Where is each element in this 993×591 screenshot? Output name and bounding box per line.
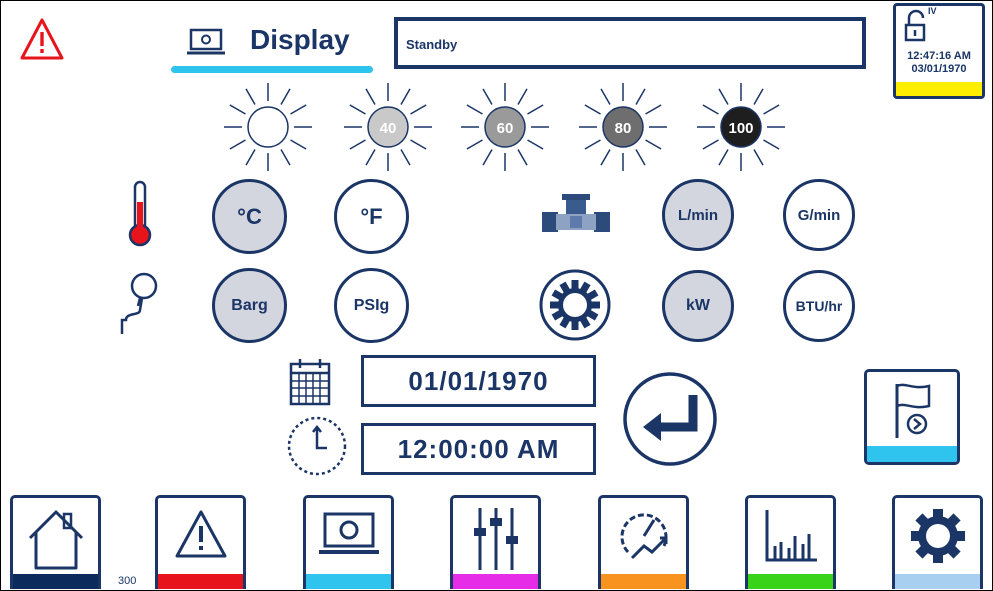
unit-celsius-button[interactable]: °C	[212, 179, 287, 254]
gear-icon	[910, 509, 965, 563]
sliders-icon	[473, 508, 518, 570]
enter-confirm-button[interactable]	[621, 371, 719, 467]
flag-next-icon	[895, 383, 931, 438]
status-text: Standby	[406, 37, 458, 52]
display-settings-icon	[187, 28, 225, 55]
unit-psig-button[interactable]: PSIg	[334, 268, 409, 343]
home-icon	[28, 510, 83, 570]
unit-lpm-button[interactable]: L/min	[662, 179, 734, 251]
next-button-bar	[867, 446, 957, 462]
display-settings-icon	[318, 512, 379, 554]
thermometer-icon	[128, 180, 152, 247]
unit-barg-button[interactable]: Barg	[212, 268, 287, 343]
unit-kw-button[interactable]: kW	[662, 270, 734, 342]
unlock-icon	[904, 9, 926, 42]
access-status-bar	[896, 82, 982, 96]
gauge-trend-icon	[620, 513, 667, 560]
nav-trends-bar	[748, 574, 833, 589]
unit-btuhr-button[interactable]: BTU/hr	[783, 270, 855, 342]
nav-home-bar	[13, 574, 98, 589]
clock-date: 03/01/1970	[911, 63, 967, 75]
brightness-40-button[interactable]: 40	[338, 77, 438, 177]
date-field[interactable]: 01/01/1970	[361, 355, 596, 407]
clock-icon	[287, 416, 347, 476]
pressure-sensor-icon	[120, 272, 158, 334]
next-page-button[interactable]	[864, 369, 960, 465]
title-underline	[171, 66, 373, 73]
flowmeter-icon	[542, 194, 610, 232]
brightness-label: 100	[728, 120, 753, 137]
nav-display-button[interactable]	[303, 495, 394, 589]
access-level: IV	[928, 6, 937, 16]
brightness-20-button[interactable]	[218, 77, 318, 177]
page-title: Display	[250, 24, 350, 55]
nav-performance-bar	[601, 574, 686, 589]
calendar-icon	[289, 359, 331, 406]
brightness-label: 60	[497, 120, 514, 137]
nav-display-bar	[306, 574, 391, 589]
nav-controls-bar	[453, 574, 538, 589]
time-field[interactable]: 12:00:00 AM	[361, 423, 596, 475]
brightness-60-button[interactable]: 60	[455, 77, 555, 177]
footer-counter: 300	[118, 575, 137, 587]
clock-readout: 12:47:16 AM 03/01/1970	[896, 50, 982, 76]
brightness-label: 80	[615, 120, 632, 137]
login-clock-button[interactable]: IV 12:47:16 AM 03/01/1970	[893, 3, 985, 99]
alarm-warning-icon[interactable]	[20, 17, 64, 61]
unit-gpm-button[interactable]: G/min	[783, 179, 855, 251]
nav-controls-button[interactable]	[450, 495, 541, 589]
nav-home-button[interactable]	[10, 495, 101, 589]
nav-settings-bar	[895, 574, 980, 589]
nav-alarms-button[interactable]	[155, 495, 246, 589]
brightness-label: 40	[380, 120, 397, 137]
brightness-100-button[interactable]: 100	[691, 77, 791, 177]
nav-performance-button[interactable]	[598, 495, 689, 589]
alarm-icon	[175, 510, 226, 558]
unit-fahrenheit-button[interactable]: °F	[334, 179, 409, 254]
nav-settings-button[interactable]	[892, 495, 983, 589]
nav-trends-button[interactable]	[745, 495, 836, 589]
nav-alarms-bar	[158, 574, 243, 589]
clock-time: 12:47:16 AM	[907, 50, 971, 62]
bar-chart-icon	[765, 510, 817, 562]
status-box: Standby	[394, 17, 866, 69]
brightness-80-button[interactable]: 80	[573, 77, 673, 177]
power-unit-gear-icon	[539, 269, 611, 341]
